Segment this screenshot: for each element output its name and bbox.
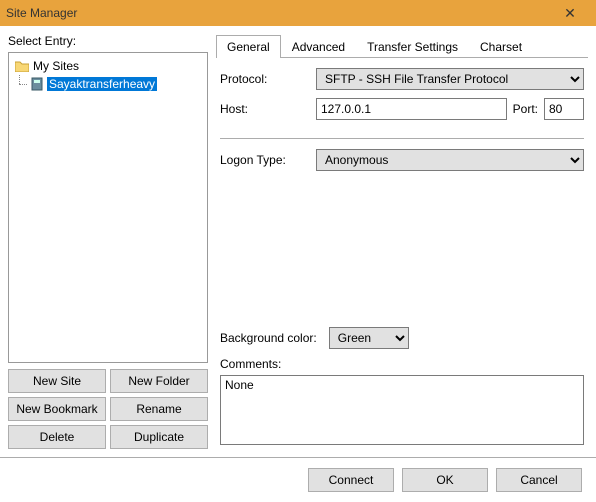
left-button-grid: New Site New Folder New Bookmark Rename … [8,369,208,449]
delete-button[interactable]: Delete [8,425,106,449]
close-icon[interactable]: ✕ [550,5,590,22]
protocol-label: Protocol: [220,72,310,86]
dialog-button-bar: Connect OK Cancel [0,457,596,502]
comments-label: Comments: [220,357,584,371]
window-title: Site Manager [6,6,550,20]
host-input[interactable] [316,98,507,120]
logon-type-select[interactable]: Anonymous [316,149,584,171]
right-panel: General Advanced Transfer Settings Chars… [216,34,588,449]
tree-root-my-sites[interactable]: My Sites [11,57,205,75]
left-panel: Select Entry: My Sites Sayaktransferheav… [8,34,208,449]
new-folder-button[interactable]: New Folder [110,369,208,393]
rename-button[interactable]: Rename [110,397,208,421]
tab-transfer-settings[interactable]: Transfer Settings [356,35,469,58]
separator [220,138,584,139]
site-tree[interactable]: My Sites Sayaktransferheavy [8,52,208,363]
host-label: Host: [220,102,310,116]
new-bookmark-button[interactable]: New Bookmark [8,397,106,421]
tab-charset[interactable]: Charset [469,35,533,58]
tree-item-label: Sayaktransferheavy [47,77,157,91]
connect-button[interactable]: Connect [308,468,394,492]
comments-textarea[interactable]: None [220,375,584,445]
logon-type-label: Logon Type: [220,153,310,167]
tree-item-selected[interactable]: Sayaktransferheavy [11,75,205,93]
select-entry-label: Select Entry: [8,34,208,48]
port-input[interactable] [544,98,584,120]
tree-root-label: My Sites [33,59,79,73]
tab-bar: General Advanced Transfer Settings Chars… [216,34,588,58]
protocol-select[interactable]: SFTP - SSH File Transfer Protocol [316,68,584,90]
server-icon [31,77,43,91]
tab-content-general: Protocol: SFTP - SSH File Transfer Proto… [216,58,588,449]
title-bar: Site Manager ✕ [0,0,596,26]
cancel-button[interactable]: Cancel [496,468,582,492]
tab-advanced[interactable]: Advanced [281,35,356,58]
folder-icon [15,60,29,72]
background-color-select[interactable]: Green [329,327,409,349]
dialog-body: Select Entry: My Sites Sayaktransferheav… [0,26,596,457]
ok-button[interactable]: OK [402,468,488,492]
duplicate-button[interactable]: Duplicate [110,425,208,449]
port-label: Port: [513,102,538,116]
new-site-button[interactable]: New Site [8,369,106,393]
background-color-label: Background color: [220,331,317,345]
tab-general[interactable]: General [216,35,281,58]
